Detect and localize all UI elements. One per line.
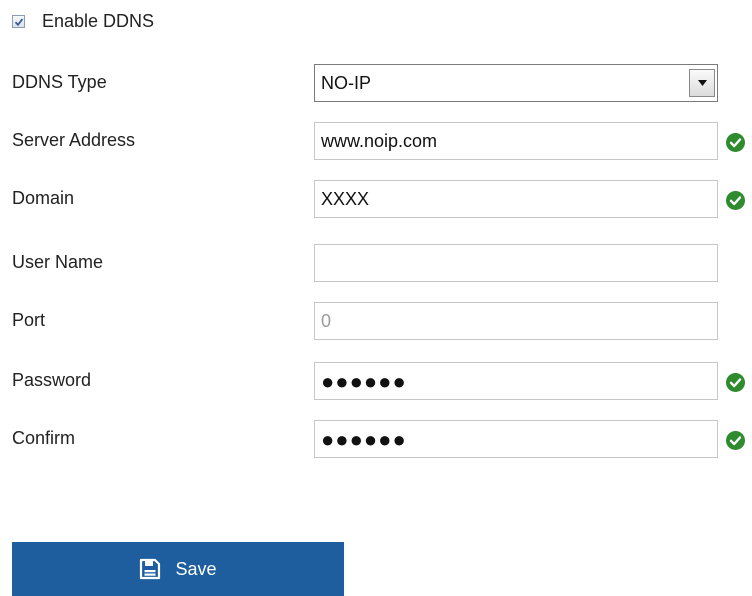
password-input[interactable]	[314, 362, 718, 400]
domain-row: Domain	[0, 180, 752, 218]
user-name-label: User Name	[12, 252, 104, 272]
chevron-down-icon	[698, 80, 707, 86]
port-row: Port	[0, 302, 752, 340]
save-button[interactable]: Save	[12, 542, 344, 596]
ddns-type-select[interactable]: NO-IP	[314, 64, 718, 102]
valid-check-icon	[726, 133, 745, 152]
save-icon	[140, 558, 161, 580]
password-row: Password	[0, 362, 752, 400]
enable-ddns-row: Enable DDNS	[12, 9, 154, 33]
server-address-row: Server Address	[0, 122, 752, 160]
checkmark-icon	[14, 17, 24, 26]
domain-label: Domain	[12, 188, 75, 208]
ddns-type-row: DDNS Type NO-IP	[0, 64, 752, 102]
user-name-input[interactable]	[314, 244, 718, 282]
port-label: Port	[12, 310, 46, 330]
server-address-input[interactable]	[314, 122, 718, 160]
password-label: Password	[12, 370, 92, 390]
confirm-input[interactable]	[314, 420, 718, 458]
ddns-type-value: NO-IP	[321, 73, 372, 93]
server-address-label: Server Address	[12, 130, 136, 150]
enable-ddns-checkbox[interactable]	[12, 14, 25, 28]
valid-check-icon	[726, 373, 745, 392]
save-button-label: Save	[175, 558, 217, 579]
valid-check-icon	[726, 431, 745, 450]
dropdown-arrow-button[interactable]	[689, 69, 715, 97]
user-name-row: User Name	[0, 244, 752, 282]
confirm-label: Confirm	[12, 428, 76, 448]
port-input[interactable]	[314, 302, 718, 340]
domain-input[interactable]	[314, 180, 718, 218]
ddns-type-label: DDNS Type	[12, 72, 107, 92]
confirm-row: Confirm	[0, 420, 752, 458]
enable-ddns-label[interactable]: Enable DDNS	[42, 11, 154, 32]
valid-check-icon	[726, 191, 745, 210]
